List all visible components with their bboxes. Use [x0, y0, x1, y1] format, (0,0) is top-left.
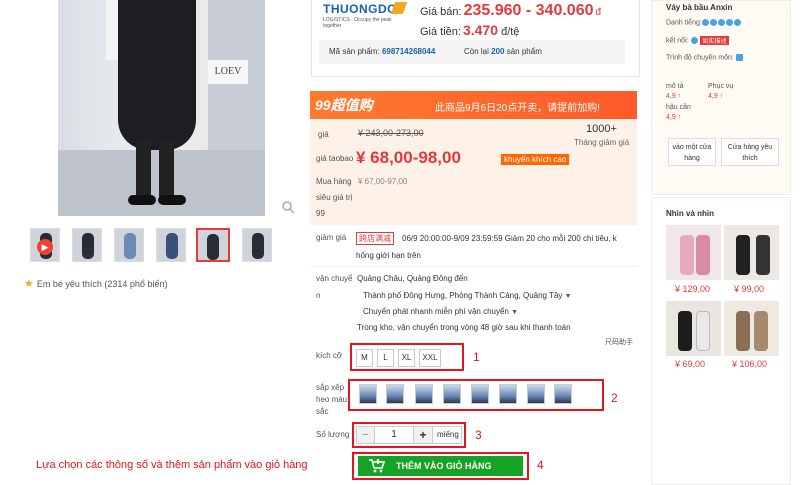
annotation-number: 2 — [611, 391, 618, 405]
zoom-icon[interactable] — [281, 200, 295, 214]
stock-remaining: Còn lại 200 sản phẩm — [464, 47, 542, 56]
chevron-down-icon: ▼ — [564, 293, 572, 300]
sale-tag: 跨店满减 — [356, 232, 394, 245]
color-swatch[interactable] — [359, 384, 377, 404]
color-swatch[interactable] — [471, 384, 489, 404]
size-label: kích cỡ — [316, 351, 343, 360]
favorite-shop-button[interactable]: Cửa hàng yêu thích — [721, 138, 779, 166]
shipping-label: vận chuyể — [316, 274, 353, 283]
exchange-rate: Giá tiền: 3.470 đ/tệ — [420, 22, 520, 38]
size-option-l[interactable]: L — [377, 349, 394, 367]
price-vnd: Giá bán: 235.960 - 340.060 đ — [420, 2, 602, 19]
thumbnail-item-selected[interactable] — [196, 228, 230, 262]
quantity-label: Số lượng — [316, 430, 350, 439]
related-price: ¥ 99,00 — [734, 284, 765, 294]
annotation-number: 4 — [537, 458, 544, 472]
promo-tag: khuyến khích cao — [501, 154, 570, 165]
sold-label: Tháng giảm giá — [574, 138, 630, 147]
thumbnail-item[interactable] — [156, 228, 186, 262]
ship-from: Quảng Châu, Quảng Đông đến — [357, 274, 468, 283]
favorite-count[interactable]: ★ Em bé yêu thích (2314 phổ biến) — [24, 277, 167, 290]
size-chart-link[interactable]: 尺码助手 — [605, 337, 633, 347]
promo-text: 此商品9月6日20点开卖，请提前加购! — [435, 103, 601, 114]
play-icon: ▶ — [37, 239, 53, 255]
add-to-cart-button[interactable]: THÊM VÀO GIỎ HÀNG — [358, 456, 523, 476]
sold-count: 1000+ — [586, 123, 617, 135]
price-box: giá ¥ 243,00-273,00 1000+ Tháng giảm giá… — [310, 119, 637, 225]
thumbnail-video[interactable]: ▶ — [30, 228, 60, 262]
color-swatch[interactable] — [499, 384, 517, 404]
related-product-image[interactable] — [666, 225, 721, 280]
annotation-caption: Lựa chọn các thông số và thêm sản phẩm v… — [36, 459, 308, 471]
thuongdo-logo: THUONGDO LOGISTICS · Occupy the peak tog… — [323, 2, 408, 32]
color-swatch[interactable] — [527, 384, 545, 404]
product-page: LOEV ▶ ★ Em bé yêu thích (2314 phổ biến) … — [0, 0, 800, 485]
related-product-image[interactable] — [724, 225, 779, 280]
related-product-image[interactable] — [724, 301, 779, 356]
color-swatches — [359, 384, 599, 406]
chevron-down-icon: ▼ — [511, 309, 519, 316]
quantity-increase-button[interactable]: + — [413, 427, 433, 443]
quantity-decrease-button[interactable]: − — [357, 427, 375, 443]
ship-to-select[interactable]: Thành phố Đông Hưng, Phòng Thành Cảng, Q… — [363, 291, 572, 300]
ship-method-select[interactable]: Chuyển phát nhanh miễn phí vận chuyển ▼ — [363, 307, 518, 316]
color-label: sắp xếp — [316, 383, 345, 392]
color-swatch[interactable] — [386, 384, 404, 404]
color-swatch[interactable] — [443, 384, 461, 404]
thumbnail-item[interactable] — [114, 228, 144, 262]
thumbnail-strip: ▶ — [30, 228, 272, 263]
related-price: ¥ 69,00 — [675, 359, 706, 369]
quantity-stepper: − 1 + miếng — [356, 426, 462, 444]
related-price: ¥ 106,00 — [732, 359, 768, 369]
size-option-m[interactable]: M — [356, 349, 373, 367]
thumbnail-item[interactable] — [242, 228, 272, 262]
sale-info: giảm giá 跨店满减 06/9 20:00:00-9/09 23:59:5… — [316, 232, 617, 260]
size-option-xxl[interactable]: XXL — [419, 349, 441, 367]
related-products-panel: Nhìn và nhìn ¥ 129,00 ¥ 99,00 ¥ 69,00 ¥ … — [651, 197, 791, 485]
annotation-number: 3 — [475, 428, 482, 442]
promo-badge: 99超值购 — [315, 97, 373, 113]
promo-banner: 99超值购 此商品9月6日20点开卖，请提前加购! — [310, 91, 637, 119]
taobao-price: ¥ 68,00-98,00 — [356, 148, 461, 167]
buy-price: ¥ 67,00-97,00 — [358, 177, 408, 186]
image-sign-text: LOEV — [208, 60, 248, 84]
related-product-image[interactable] — [666, 301, 721, 356]
star-icon: ★ — [24, 278, 34, 290]
ship-note: Trong kho, vận chuyển trong vòng 48 giờ … — [357, 323, 571, 332]
product-code-bar: Mã sản phẩm: 698714268044 Còn lại 200 sả… — [319, 40, 625, 64]
shop-name[interactable]: Váy bà bầu Anxin — [666, 3, 732, 12]
related-price: ¥ 129,00 — [675, 284, 711, 294]
shop-info-panel: Váy bà bầu Anxin Danh tiếng: kết nối: 如实… — [651, 0, 791, 195]
color-swatch[interactable] — [554, 384, 572, 404]
quantity-input[interactable]: 1 — [375, 427, 413, 443]
color-swatch[interactable] — [415, 384, 433, 404]
product-main-image[interactable]: LOEV — [58, 0, 265, 216]
visit-shop-button[interactable]: vào một cửa hàng — [668, 138, 716, 166]
related-title: Nhìn và nhìn — [666, 209, 714, 218]
thumbnail-item[interactable] — [72, 228, 102, 262]
annotation-number: 1 — [473, 350, 480, 364]
cart-plus-icon — [368, 456, 386, 481]
product-code: 698714268044 — [381, 47, 436, 56]
original-price: ¥ 243,00-273,00 — [358, 128, 424, 138]
size-option-xl[interactable]: XL — [398, 349, 415, 367]
